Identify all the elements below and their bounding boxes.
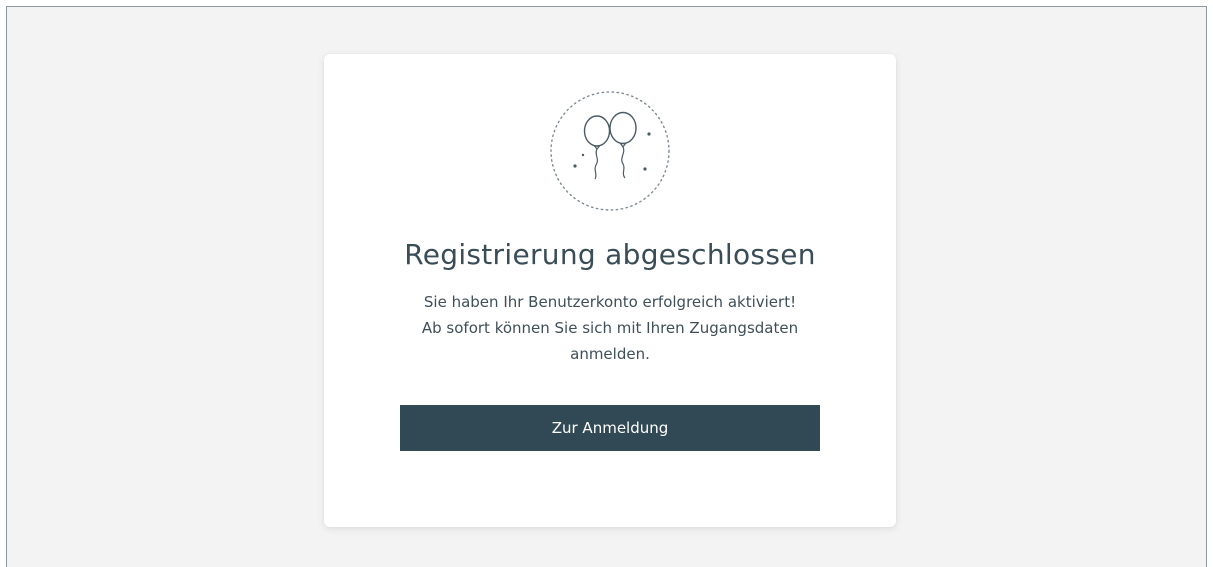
success-message: Sie haben Ihr Benutzerkonto erfolgreich … <box>384 289 836 367</box>
page-title: Registrierung abgeschlossen <box>404 238 816 271</box>
message-line: anmelden. <box>570 345 650 363</box>
page-background: Registrierung abgeschlossen Sie haben Ih… <box>6 6 1207 567</box>
registration-success-card: Registrierung abgeschlossen Sie haben Ih… <box>324 54 896 527</box>
go-to-login-button[interactable]: Zur Anmeldung <box>400 405 820 451</box>
message-line: Sie haben Ihr Benutzerkonto erfolgreich … <box>423 293 797 311</box>
message-line: Ab sofort können Sie sich mit Ihren Zuga… <box>421 319 799 337</box>
balloons-icon <box>550 91 670 211</box>
